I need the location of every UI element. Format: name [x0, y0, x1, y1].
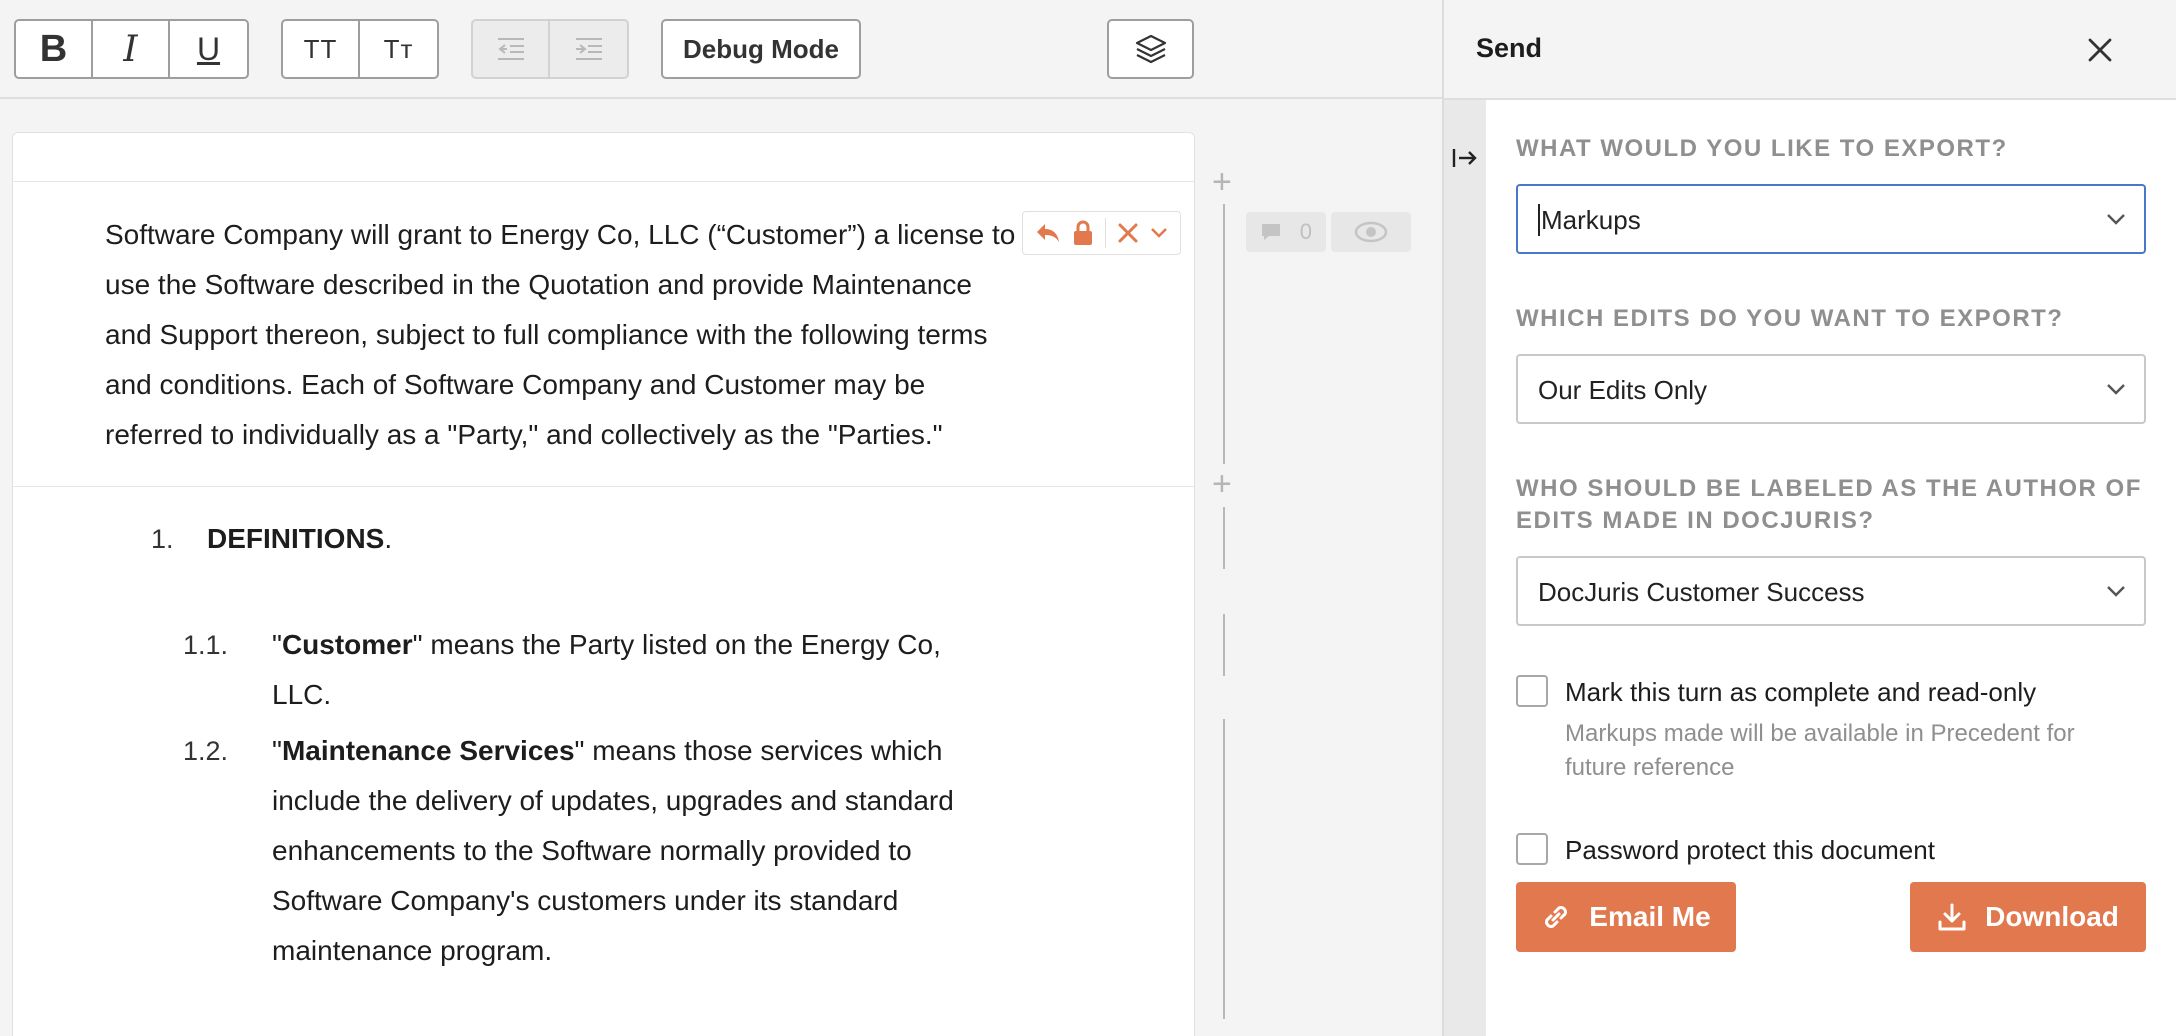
italic-button[interactable]: I	[93, 21, 170, 77]
edits-label: WHICH EDITS DO YOU WANT TO EXPORT?	[1516, 305, 2064, 332]
export-type-select[interactable]: Markups	[1516, 184, 2146, 254]
clause-gutter-line	[1223, 204, 1225, 464]
clause-divider	[13, 181, 1194, 182]
bold-button[interactable]: B	[16, 21, 93, 77]
debug-mode-button[interactable]: Debug Mode	[661, 19, 861, 79]
section-title: DEFINITIONS	[207, 523, 385, 554]
chevron-down-icon[interactable]	[1150, 227, 1168, 239]
intro-clause-text[interactable]: Software Company will grant to Energy Co…	[105, 210, 1025, 460]
author-label: WHO SHOULD BE LABELED AS THE AUTHOR OF E…	[1516, 475, 2142, 534]
defined-term: Customer	[281, 629, 413, 660]
comment-count: 0	[1299, 219, 1312, 244]
chevron-down-icon	[2107, 586, 2125, 597]
uppercase-button[interactable]: TT	[283, 21, 360, 77]
definition-maintenance-services[interactable]: "Maintenance Services" means those servi…	[272, 726, 962, 976]
add-clause-plus[interactable]: +	[1212, 467, 1232, 501]
indent-icon	[575, 38, 602, 60]
email-me-button[interactable]: Email Me	[1516, 882, 1736, 952]
mark-complete-checkbox[interactable]	[1516, 675, 1548, 707]
clause-gutter-line	[1223, 719, 1225, 1019]
download-button[interactable]: Download	[1910, 882, 2146, 952]
indent-group	[471, 19, 629, 79]
panel-title: Send	[1476, 33, 1543, 63]
comment-count-badge[interactable]: 0	[1246, 212, 1326, 252]
reject-icon[interactable]	[1117, 222, 1139, 244]
add-clause-plus[interactable]: +	[1212, 165, 1232, 199]
open-quote: "	[272, 629, 282, 660]
definition-body: " means those services which include the…	[272, 735, 954, 966]
email-me-label: Email Me	[1589, 901, 1711, 932]
clause-toolbar	[1022, 211, 1181, 255]
chevron-down-icon	[2107, 384, 2125, 395]
visibility-toggle[interactable]	[1331, 212, 1411, 252]
definition-customer[interactable]: "Customer" means the Party listed on the…	[272, 620, 972, 720]
mark-complete-hint: Markups made will be available in Preced…	[1565, 720, 2075, 781]
text-case-group: TT Tт	[281, 19, 439, 79]
lock-icon[interactable]	[1072, 220, 1094, 246]
text-format-group: B I U	[14, 19, 249, 79]
document-page: Software Company will grant to Energy Co…	[12, 132, 1195, 1036]
section-heading[interactable]: DEFINITIONS.	[207, 514, 392, 564]
export-type-label: WHAT WOULD YOU LIKE TO EXPORT?	[1516, 135, 2008, 162]
reply-icon[interactable]	[1035, 222, 1061, 244]
panel-header: Send	[1444, 0, 2176, 100]
password-label[interactable]: Password protect this document	[1565, 835, 1935, 866]
download-icon	[1938, 903, 1966, 931]
definition-number: 1.1.	[183, 630, 229, 660]
definition-number: 1.2.	[183, 736, 229, 766]
small-caps-button[interactable]: Tт	[360, 21, 437, 77]
visibility-icon	[1354, 221, 1388, 243]
text-caret	[1538, 204, 1540, 236]
outdent-icon	[497, 38, 524, 60]
clause-divider	[13, 486, 1194, 487]
panel-collapse-strip	[1444, 100, 1486, 1036]
collapse-panel-icon[interactable]	[1451, 146, 1479, 170]
layers-button[interactable]	[1107, 19, 1194, 79]
document-area: Software Company will grant to Energy Co…	[0, 101, 1442, 1036]
author-select[interactable]: DocJuris Customer Success	[1516, 556, 2146, 626]
editor-toolbar: B I U TT Tт Debug Mode	[0, 0, 1442, 99]
open-quote: "	[272, 735, 282, 766]
download-label: Download	[1985, 901, 2119, 932]
export-type-value: Markups	[1541, 205, 1641, 235]
author-value: DocJuris Customer Success	[1538, 577, 1865, 607]
comment-icon	[1262, 224, 1280, 240]
clause-gutter-line	[1223, 507, 1225, 569]
app-window: B I U TT Tт Debug Mode Software Company …	[0, 0, 2176, 1036]
tool-divider	[1104, 218, 1106, 248]
chevron-down-icon	[2107, 214, 2125, 225]
underline-button[interactable]: U	[170, 21, 247, 77]
section-title-suffix: .	[384, 523, 393, 554]
edits-value: Our Edits Only	[1538, 375, 1708, 405]
mark-complete-label[interactable]: Mark this turn as complete and read-only	[1565, 677, 2036, 708]
send-panel: Send WHAT WOULD YOU LIKE TO EXPORT? Mark…	[1442, 0, 2176, 1036]
defined-term: Maintenance Services	[281, 735, 575, 766]
password-checkbox[interactable]	[1516, 833, 1548, 865]
section-number: 1.	[151, 524, 174, 554]
edits-select[interactable]: Our Edits Only	[1516, 354, 2146, 424]
link-icon	[1545, 906, 1568, 928]
indent-button[interactable]	[550, 21, 627, 77]
layers-icon	[1135, 34, 1166, 64]
close-icon[interactable]	[2085, 35, 2115, 65]
outdent-button[interactable]	[473, 21, 550, 77]
clause-gutter-line	[1223, 614, 1225, 676]
